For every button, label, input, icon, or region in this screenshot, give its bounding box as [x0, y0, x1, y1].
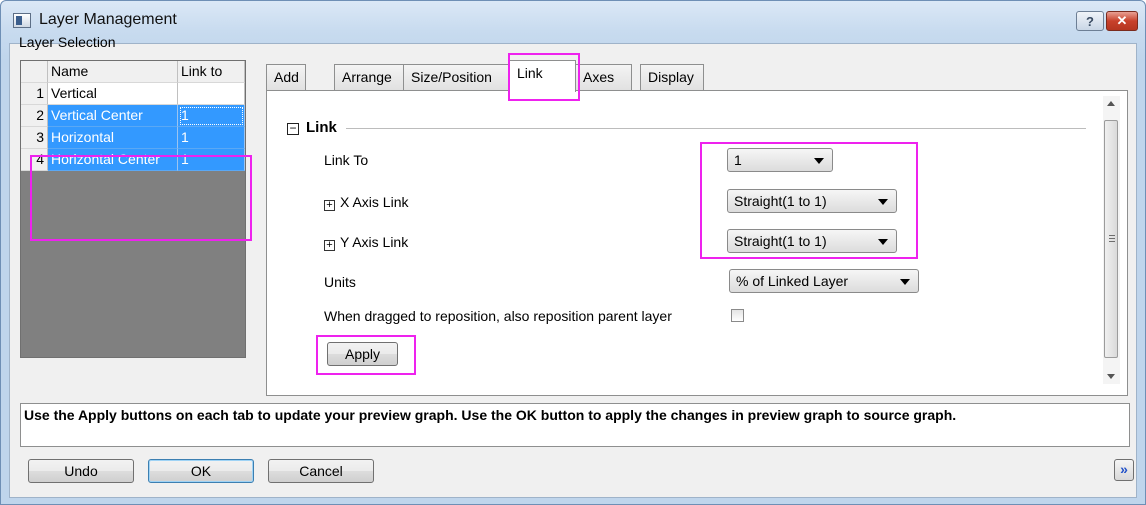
window-title: Layer Management	[39, 11, 177, 28]
chevron-down-icon	[878, 239, 888, 245]
layer-selection-label: Layer Selection	[19, 34, 116, 50]
ok-button[interactable]: OK	[148, 459, 254, 483]
section-divider	[346, 128, 1086, 129]
expand-icon[interactable]: +	[324, 200, 335, 211]
layer-name[interactable]: Horizontal	[48, 127, 178, 149]
grip-icon	[1109, 235, 1115, 242]
chevron-down-icon	[900, 279, 910, 285]
layer-link-to[interactable]: 1	[178, 105, 245, 127]
tab-arrange[interactable]: Arrange	[334, 64, 404, 90]
link-to-dropdown[interactable]: 1	[727, 148, 833, 172]
tab-axes[interactable]: Axes	[575, 64, 632, 90]
scroll-thumb[interactable]	[1104, 120, 1118, 358]
layer-name[interactable]: Vertical	[48, 83, 178, 105]
scroll-down-icon[interactable]	[1107, 374, 1115, 379]
undo-button[interactable]: Undo	[28, 459, 134, 483]
column-header-name[interactable]: Name	[48, 61, 178, 83]
row-index: 2	[21, 105, 48, 127]
reposition-label: When dragged to reposition, also reposit…	[324, 308, 672, 324]
reposition-parent-checkbox[interactable]	[731, 309, 744, 322]
units-dropdown[interactable]: % of Linked Layer	[729, 269, 919, 293]
link-to-label: Link To	[324, 152, 369, 168]
status-message: Use the Apply buttons on each tab to upd…	[20, 403, 1130, 447]
layer-row[interactable]: 3 Horizontal 1	[21, 127, 245, 149]
x-axis-link-label: X Axis Link	[340, 194, 409, 210]
tab-size-position[interactable]: Size/Position	[403, 64, 509, 90]
units-label: Units	[324, 274, 356, 290]
layer-row[interactable]: 4 Horizontal Center 1	[21, 149, 245, 171]
y-axis-link-dropdown[interactable]: Straight(1 to 1)	[727, 229, 897, 253]
grid-header: Name Link to	[21, 61, 245, 83]
title-bar[interactable]: Layer Management ? ✕	[1, 1, 1145, 43]
section-title-link: Link	[306, 119, 337, 136]
layer-grid[interactable]: Name Link to 1 Vertical 2 Vertical Cente…	[20, 60, 246, 358]
layer-name[interactable]: Vertical Center	[48, 105, 178, 127]
y-axis-link-row[interactable]: + Y Axis Link	[324, 234, 408, 251]
app-icon	[13, 13, 31, 28]
row-index: 1	[21, 83, 48, 105]
tab-display[interactable]: Display	[640, 64, 704, 90]
units-value: % of Linked Layer	[736, 273, 849, 289]
y-axis-link-label: Y Axis Link	[340, 234, 409, 250]
row-index: 4	[21, 149, 48, 171]
layer-link-to[interactable]: 1	[178, 127, 245, 149]
expand-dialog-icon[interactable]: »	[1114, 459, 1134, 481]
y-axis-link-value: Straight(1 to 1)	[734, 233, 827, 249]
layer-row[interactable]: 1 Vertical	[21, 83, 245, 105]
x-axis-link-dropdown[interactable]: Straight(1 to 1)	[727, 189, 897, 213]
cancel-button[interactable]: Cancel	[268, 459, 374, 483]
close-button[interactable]: ✕	[1106, 11, 1138, 31]
chevron-down-icon	[814, 158, 824, 164]
tab-link[interactable]: Link	[509, 60, 576, 92]
x-axis-link-value: Straight(1 to 1)	[734, 193, 827, 209]
layer-row[interactable]: 2 Vertical Center 1	[21, 105, 245, 127]
layer-link-to[interactable]: 1	[178, 149, 245, 171]
layer-link-to[interactable]	[178, 83, 245, 105]
tab-add[interactable]: Add	[266, 64, 306, 90]
column-header-link-to[interactable]: Link to	[178, 61, 245, 83]
chevron-down-icon	[878, 199, 888, 205]
collapse-icon[interactable]: −	[287, 122, 299, 135]
link-to-value: 1	[734, 152, 742, 168]
panel-scrollbar[interactable]	[1103, 96, 1120, 384]
scroll-up-icon[interactable]	[1107, 101, 1115, 106]
header-corner	[21, 61, 48, 83]
expand-icon[interactable]: +	[324, 240, 335, 251]
help-button[interactable]: ?	[1076, 11, 1104, 31]
x-axis-link-row[interactable]: + X Axis Link	[324, 194, 408, 211]
layer-name[interactable]: Horizontal Center	[48, 149, 178, 171]
row-index: 3	[21, 127, 48, 149]
apply-button[interactable]: Apply	[327, 342, 398, 366]
